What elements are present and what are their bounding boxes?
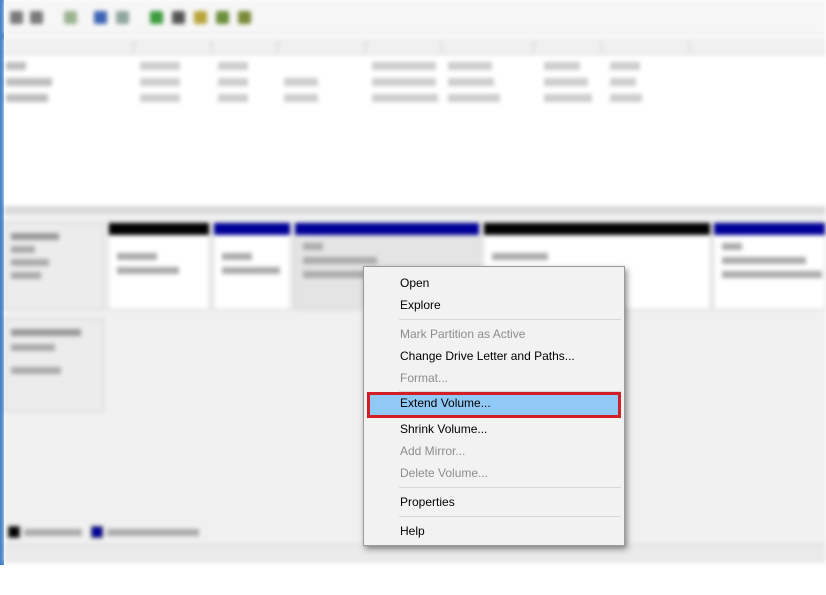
volume-list-header [4, 38, 826, 55]
pane-splitter[interactable] [4, 206, 826, 214]
disk-icon[interactable] [216, 11, 229, 24]
menu-item-open[interactable]: Open [367, 272, 621, 294]
menu-item-explore[interactable]: Explore [367, 294, 621, 316]
refresh-icon[interactable] [238, 11, 251, 24]
up-folder-icon[interactable] [64, 11, 77, 24]
forward-arrow-icon[interactable] [30, 11, 43, 24]
unallocated-swatch [8, 526, 20, 538]
legend [8, 526, 199, 538]
table-row[interactable] [4, 74, 826, 89]
context-menu: Open Explore Mark Partition as Active Ch… [363, 266, 625, 546]
menu-item-delete-volume[interactable]: Delete Volume... [367, 462, 621, 484]
connect-icon[interactable] [150, 11, 163, 24]
menu-item-add-mirror[interactable]: Add Mirror... [367, 440, 621, 462]
menu-item-shrink-volume[interactable]: Shrink Volume... [367, 418, 621, 440]
menu-item-properties[interactable]: Properties [367, 491, 621, 513]
help-icon[interactable] [94, 11, 107, 24]
volume-list [4, 38, 826, 206]
partition-unallocated[interactable] [108, 222, 210, 310]
cdrom-label[interactable] [4, 318, 104, 412]
table-row[interactable] [4, 90, 826, 105]
settings-icon[interactable] [172, 11, 185, 24]
disk-0-label[interactable] [4, 222, 104, 310]
partition-d[interactable] [713, 222, 826, 310]
menu-separator [399, 319, 621, 320]
menu-separator [399, 516, 621, 517]
menu-separator [399, 487, 621, 488]
folder-check-icon[interactable] [194, 11, 207, 24]
menu-item-change-drive-letter[interactable]: Change Drive Letter and Paths... [367, 345, 621, 367]
partition-efi[interactable] [213, 222, 291, 310]
menu-item-help[interactable]: Help [367, 520, 621, 542]
menu-item-format[interactable]: Format... [367, 367, 621, 389]
toolbar [4, 0, 826, 35]
properties-icon[interactable] [116, 11, 129, 24]
table-row[interactable] [4, 58, 826, 73]
primary-partition-swatch [90, 526, 103, 538]
menu-item-extend-volume[interactable]: Extend Volume... [367, 392, 621, 418]
menu-item-mark-partition-active[interactable]: Mark Partition as Active [367, 323, 621, 345]
back-arrow-icon[interactable] [10, 11, 23, 24]
status-bar [4, 544, 826, 563]
